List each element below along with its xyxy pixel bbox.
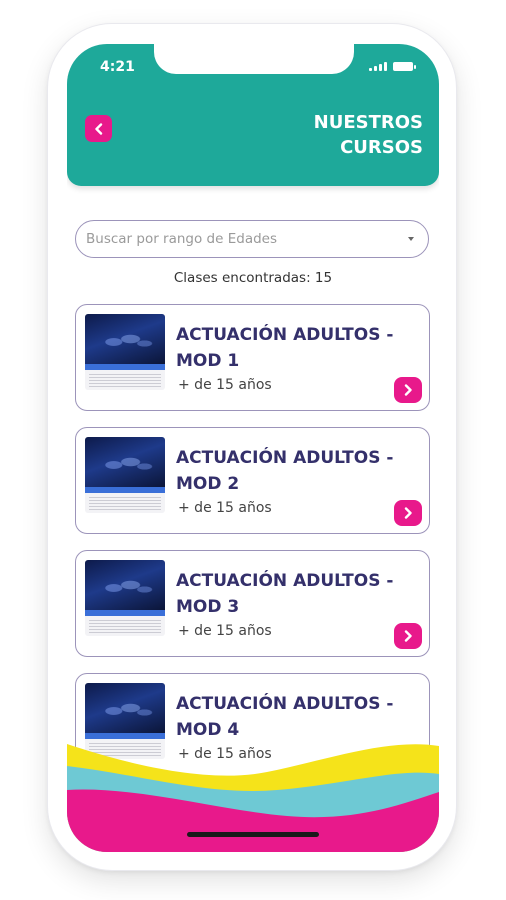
course-thumbnail <box>85 437 165 513</box>
open-course-button[interactable] <box>394 623 422 649</box>
course-title: ACTUACIÓN ADULTOS - MOD 3 <box>176 571 394 617</box>
device-notch <box>154 44 354 74</box>
course-age: + de 15 años <box>178 623 272 639</box>
caret-down-icon <box>408 237 414 241</box>
page-title-line2: CURSOS <box>340 137 423 158</box>
course-card[interactable]: ACTUACIÓN ADULTOS - MOD 1 + de 15 años <box>75 304 430 411</box>
status-icons <box>369 61 416 71</box>
course-thumbnail <box>85 314 165 390</box>
course-age: + de 15 años <box>178 377 272 393</box>
back-button[interactable] <box>85 115 112 142</box>
course-card[interactable]: ACTUACIÓN ADULTOS - MOD 2 + de 15 años <box>75 427 430 534</box>
age-range-select[interactable]: Buscar por rango de Edades <box>75 220 429 258</box>
results-count: Clases encontradas: 15 <box>173 270 333 286</box>
chevron-right-icon <box>404 507 412 519</box>
signal-icon <box>369 61 387 71</box>
course-title: ACTUACIÓN ADULTOS - MOD 2 <box>176 448 394 494</box>
page-title-line1: NUESTROS <box>313 112 423 133</box>
course-title: ACTUACIÓN ADULTOS - MOD 1 <box>176 325 394 371</box>
course-age: + de 15 años <box>178 500 272 516</box>
age-range-placeholder: Buscar por rango de Edades <box>86 231 278 247</box>
battery-icon <box>393 62 416 71</box>
home-indicator <box>187 832 319 837</box>
chevron-right-icon <box>404 384 412 396</box>
status-time: 4:21 <box>100 59 135 75</box>
course-card[interactable]: ACTUACIÓN ADULTOS - MOD 3 + de 15 años <box>75 550 430 657</box>
app-header: 4:21 NUESTROS CURSOS <box>67 44 439 186</box>
page-title: NUESTROS CURSOS <box>223 110 423 160</box>
open-course-button[interactable] <box>394 377 422 403</box>
course-thumbnail <box>85 560 165 636</box>
chevron-left-icon <box>94 122 102 135</box>
chevron-right-icon <box>404 630 412 642</box>
app-screen: 4:21 NUESTROS CURSOS Buscar por rango de… <box>67 44 439 852</box>
open-course-button[interactable] <box>394 500 422 526</box>
